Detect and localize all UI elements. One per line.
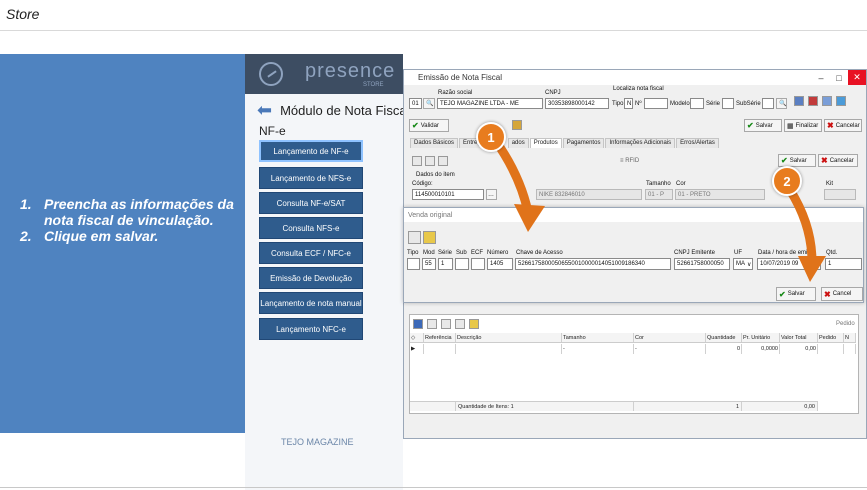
annotation-arrows bbox=[490, 135, 826, 282]
bottom-divider bbox=[0, 487, 867, 488]
arrow-2-head bbox=[798, 256, 826, 282]
step-badge-2: 2 bbox=[772, 166, 802, 196]
arrow-1 bbox=[490, 135, 533, 217]
arrow-1-head bbox=[514, 204, 545, 232]
screen: Store 1. Preencha as informações da nota… bbox=[0, 0, 867, 490]
step-badge-1: 1 bbox=[476, 122, 506, 152]
arrow-2 bbox=[785, 185, 817, 267]
